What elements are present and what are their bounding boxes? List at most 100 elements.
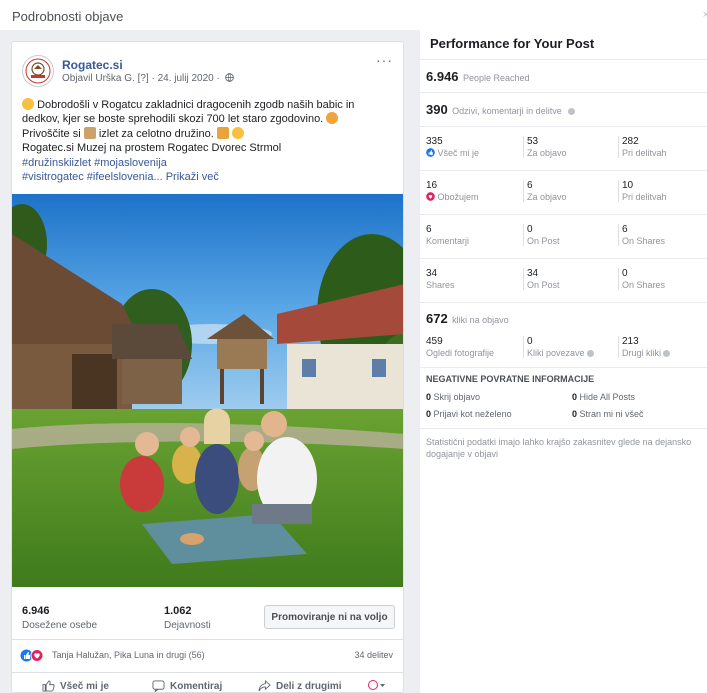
people-reached-value: 6.946 xyxy=(426,69,459,84)
share-arrow-icon xyxy=(258,680,271,692)
divider xyxy=(420,302,707,303)
reactions-total-metric: 390 Odzivi, komentarji in delitve xyxy=(426,101,576,119)
post-line-4: Rogatec.si Muzej na prostem Rogatec Dvor… xyxy=(22,142,282,155)
divider xyxy=(420,428,707,429)
loves-on-post-label: Za objavo xyxy=(527,192,567,202)
info-icon[interactable] xyxy=(586,350,594,357)
loves-on-post-value: 6 xyxy=(527,180,533,191)
reactions-total-label: Odzivi, komentarji in delitve xyxy=(452,106,562,116)
loves-on-shares: 10 Pri delitvah xyxy=(618,180,667,202)
comment-icon xyxy=(152,680,165,692)
comment-button[interactable]: Komentiraj xyxy=(152,680,222,692)
panel-title: Performance for Your Post xyxy=(430,36,595,51)
post-line-3b: izlet za celotno družino. xyxy=(98,127,214,140)
spam-label: Prijavi kot neželeno xyxy=(433,409,512,419)
hugging-emoji-icon xyxy=(22,98,34,110)
reaction-selector[interactable] xyxy=(368,680,386,692)
share-label: Deli z drugimi xyxy=(276,680,342,692)
post-line-3a: Privoščite si xyxy=(22,127,81,140)
shares-count[interactable]: 34 delitev xyxy=(354,650,393,660)
loves-on-post: 6 Za objavo xyxy=(523,180,567,202)
likes-total-label: Všeč mi je xyxy=(426,148,479,158)
reach-value: 6.946 xyxy=(22,605,50,617)
shares-total-value: 34 xyxy=(426,268,438,279)
hide-all-stat: 0 Hide All Posts xyxy=(572,392,635,402)
show-more-link[interactable]: Prikaži več xyxy=(166,171,219,183)
reactions-names[interactable]: Tanja Halužan, Pika Luna in drugi (56) xyxy=(52,650,205,660)
promote-button[interactable]: Promoviranje ni na voljo xyxy=(264,605,395,629)
divider xyxy=(420,367,707,368)
reach-label: Dosežene osebe xyxy=(22,620,98,631)
shares-total-label: Shares xyxy=(426,280,455,290)
love-reaction-dropdown-icon xyxy=(368,680,385,690)
post-line-2: dedkov, kjer se boste sprehodili skozi 7… xyxy=(22,113,324,126)
link-clicks-label: Kliki povezave xyxy=(527,348,594,358)
thumbs-up-icon xyxy=(42,680,55,692)
divider xyxy=(12,672,403,673)
shares-on-post: 34 On Post xyxy=(523,268,560,290)
people-reached-metric: 6.946 People Reached xyxy=(426,68,530,86)
stats-footnote: Statistični podatki imajo lahko krajšo z… xyxy=(426,437,692,459)
share-button[interactable]: Deli z drugimi xyxy=(258,680,342,692)
post-photo[interactable] xyxy=(12,194,403,587)
likes-on-shares-label: Pri delitvah xyxy=(622,148,667,158)
like-love-reaction-icons[interactable] xyxy=(20,649,46,662)
comments-total-label: Komentarji xyxy=(426,236,470,246)
likes-on-post-label: Za objavo xyxy=(527,148,567,158)
unlike-page-value: 0 xyxy=(572,409,578,419)
unlike-page-stat: 0 Stran mi ni všeč xyxy=(572,409,644,419)
spam-stat: 0 Prijavi kot neželeno xyxy=(426,409,512,419)
photo-views-value: 459 xyxy=(426,336,443,347)
post-line-1: Dobrodošli v Rogatcu zakladnici dragocen… xyxy=(37,99,355,111)
link-clicks-value: 0 xyxy=(527,336,533,347)
divider xyxy=(420,258,707,259)
post-clicks-label: kliki na objavo xyxy=(452,315,509,325)
post-header: Rogatec.si Objavil Urška G. [?] · 24. ju… xyxy=(12,42,403,94)
clapping-emoji-icon xyxy=(326,112,339,125)
engagement-label: Dejavnosti xyxy=(164,620,211,631)
photo-views: 459 Ogledi fotografije xyxy=(426,336,494,358)
more-options-button[interactable]: ··· xyxy=(376,52,393,68)
page-name-link[interactable]: Rogatec.si xyxy=(62,58,123,72)
comments-on-post-value: 0 xyxy=(527,224,533,235)
unlike-page-label: Stran mi ni všeč xyxy=(579,409,644,419)
reactions-row: Tanja Halužan, Pika Luna in drugi (56) 3… xyxy=(12,646,403,666)
loves-total-label: Obožujem xyxy=(426,192,479,202)
likes-on-shares: 282 Pri delitvah xyxy=(618,136,667,158)
statue-emoji-icon xyxy=(83,126,96,139)
post-meta: Objavil Urška G. [?] · 24. julij 2020 · xyxy=(62,73,234,84)
other-clicks: 213 Drugi kliki xyxy=(618,336,671,358)
globe-icon xyxy=(224,73,234,82)
page-avatar[interactable] xyxy=(22,55,54,87)
close-button[interactable]: × xyxy=(703,9,707,21)
like-button[interactable]: Všeč mi je xyxy=(42,680,109,692)
post-meta-text: Objavil Urška G. [?] · 24. julij 2020 · xyxy=(62,73,220,84)
post-text: Dobrodošli v Rogatcu zakladnici dragocen… xyxy=(22,98,397,184)
hashtags-line-2[interactable]: #visitrogatec #ifeelslovenia... xyxy=(22,171,163,183)
divider xyxy=(420,126,707,127)
spam-value: 0 xyxy=(426,409,432,419)
family-emoji-icon xyxy=(216,126,229,139)
comments-on-post-label: On Post xyxy=(527,236,560,246)
negative-feedback-title: NEGATIVNE POVRATNE INFORMACIJE xyxy=(426,374,595,384)
comments-total: 6 Komentarji xyxy=(426,224,469,246)
other-clicks-label: Drugi kliki xyxy=(622,348,671,358)
loves-total-label-text: Obožujem xyxy=(437,192,479,202)
likes-on-post-value: 53 xyxy=(527,136,539,147)
info-icon[interactable] xyxy=(663,350,671,357)
comment-label: Komentiraj xyxy=(170,680,223,692)
shares-on-shares: 0 On Shares xyxy=(618,268,665,290)
link-clicks: 0 Kliki povezave xyxy=(523,336,594,358)
comments-on-shares: 6 On Shares xyxy=(618,224,665,246)
divider xyxy=(420,214,707,215)
reactions-total-value: 390 xyxy=(426,102,448,117)
loves-total: 16 Obožujem xyxy=(426,180,479,202)
info-icon[interactable] xyxy=(568,108,576,115)
hashtags-line-1[interactable]: #družinskiizlet #mojaslovenija xyxy=(22,156,397,170)
family-picnic-photo xyxy=(12,194,403,587)
love-icon xyxy=(426,192,435,201)
comments-total-value: 6 xyxy=(426,224,432,235)
divider xyxy=(420,92,707,93)
loves-on-shares-value: 10 xyxy=(622,180,634,191)
people-reached-label: People Reached xyxy=(463,73,530,83)
